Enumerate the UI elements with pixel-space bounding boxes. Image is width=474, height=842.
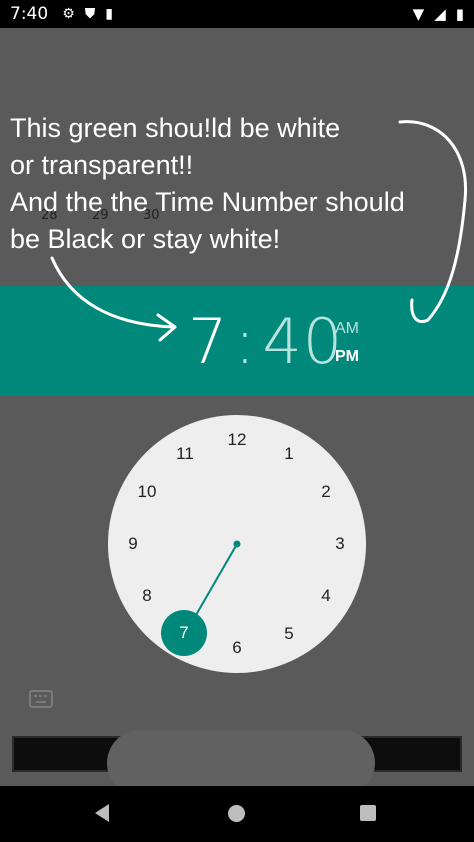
clock-number[interactable]: 4 <box>321 586 330 606</box>
status-bar: 7:40 ⚙ ⛊ ▮ ▼ ◢ ▮ <box>0 0 474 28</box>
wifi-icon: ▼ <box>412 5 425 23</box>
home-icon[interactable] <box>228 805 245 822</box>
dialog-screen: 28 29 30 This green shou!ld be white or … <box>0 28 474 786</box>
clock-hand <box>195 540 241 616</box>
time-picker-header: 7 : 40 AM PM <box>0 286 474 396</box>
clock-number[interactable]: 6 <box>232 638 241 658</box>
clock-number[interactable]: 1 <box>284 444 293 464</box>
minute-value[interactable]: 40 <box>262 305 343 378</box>
sd-card-icon: ▮ <box>105 6 113 22</box>
clock-number[interactable]: 3 <box>335 534 344 554</box>
shield-icon: ⛊ <box>84 6 96 22</box>
battery-icon: ▮ <box>455 5 464 23</box>
clock-number[interactable]: 5 <box>284 624 293 644</box>
selected-hour-bubble[interactable]: 7 <box>161 610 207 656</box>
status-time: 7:40 <box>10 4 49 24</box>
selected-hour-label: 7 <box>179 623 189 642</box>
annotation-text: This green shou!ld be white or transpare… <box>10 113 405 254</box>
signal-icon: ◢ <box>434 5 446 23</box>
clock-number[interactable]: 9 <box>128 534 137 554</box>
navigation-bar <box>0 786 474 842</box>
clock-number[interactable]: 12 <box>228 430 247 450</box>
clock-face[interactable]: 7 12 1 2 3 4 5 6 8 9 10 11 <box>108 415 366 673</box>
recents-icon[interactable] <box>360 805 376 821</box>
keyboard-icon[interactable] <box>29 690 53 708</box>
clock-number[interactable]: 10 <box>138 482 157 502</box>
redaction-scribble <box>107 730 375 786</box>
clock-number[interactable]: 11 <box>176 444 194 464</box>
am-toggle[interactable]: AM <box>335 320 359 338</box>
am-pm-selector: AM PM <box>335 320 359 366</box>
back-icon[interactable] <box>95 804 109 822</box>
hour-value[interactable]: 7 <box>188 305 228 378</box>
time-display: 7 : 40 <box>188 304 343 378</box>
pm-toggle[interactable]: PM <box>335 348 359 366</box>
clock-number[interactable]: 8 <box>142 586 151 606</box>
clock-number[interactable]: 2 <box>321 482 330 502</box>
time-separator: : <box>234 304 257 378</box>
gear-icon: ⚙ <box>62 6 75 22</box>
